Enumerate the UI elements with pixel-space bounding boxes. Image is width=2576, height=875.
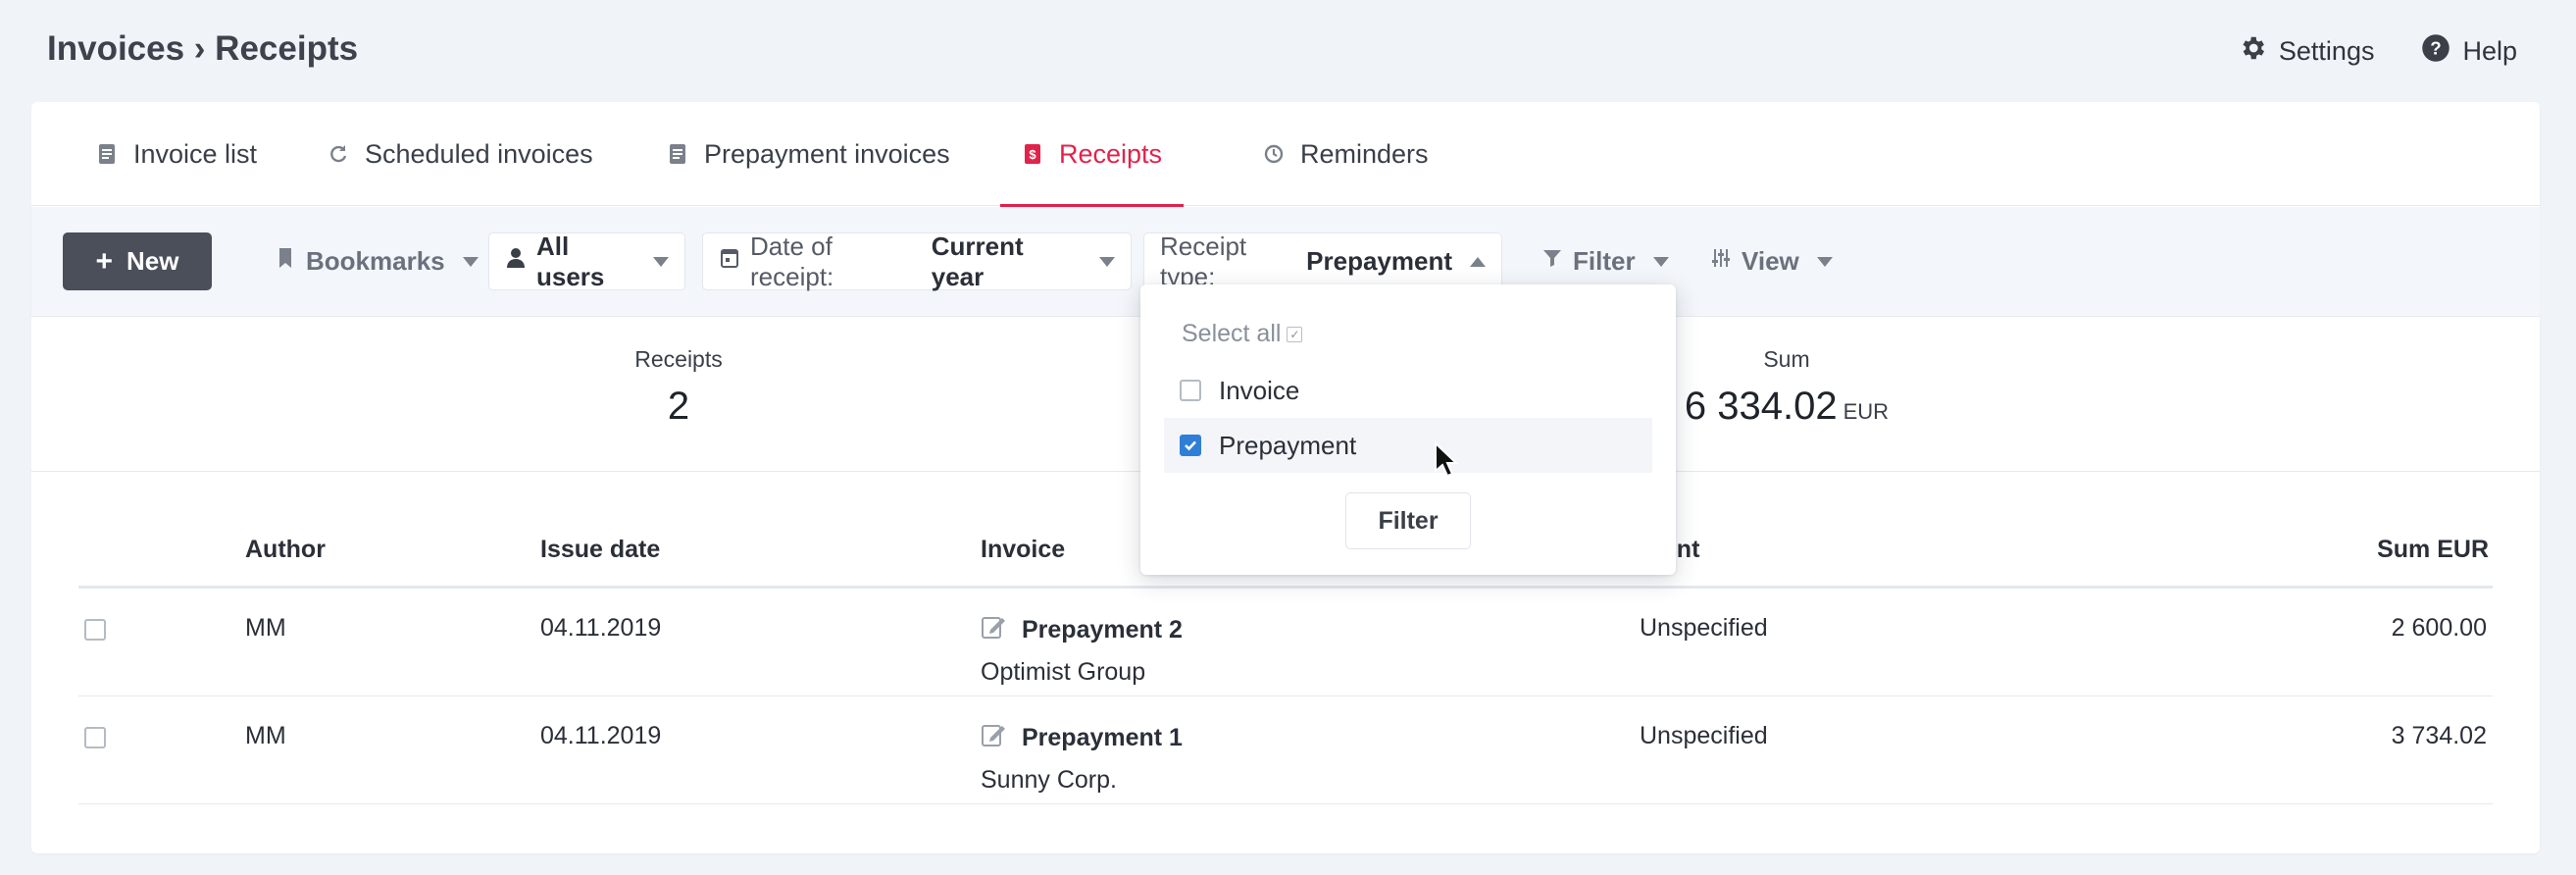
caret-down-icon [462,256,479,267]
option-checkbox[interactable] [1180,435,1201,456]
tab-receipts[interactable]: $ Receipts [999,102,1185,207]
issue-date-cell: 04.11.2019 [540,614,662,642]
invoice-client: Optimist Group [981,658,1146,686]
tab-label: Prepayment invoices [704,138,950,169]
invoice-link[interactable]: Prepayment 1 [1022,724,1183,752]
stat-value: 2 [667,385,690,428]
document-icon [96,142,118,166]
tab-label: Invoice list [133,138,258,169]
breadcrumb: Invoices › Receipts [47,29,359,68]
sum-stat: Sum 6 334.02 EUR [1640,346,1934,429]
table-row[interactable]: MM 04.11.2019 Prepayment 2 Optimist Grou… [78,589,2493,696]
account-cell: Unspecified [1640,614,1768,642]
new-button[interactable]: + New [63,232,212,290]
invoice-client: Sunny Corp. [981,766,1117,794]
receipt-type-menu: Select all ✓ Invoice Prepayment Filter [1140,284,1676,575]
plus-icon: + [95,244,114,278]
date-of-receipt-dropdown[interactable]: Date of receipt: Current year [702,231,1132,291]
receipt-icon: $ [1022,142,1043,166]
option-checkbox[interactable] [1180,380,1201,401]
tab-prepayment-invoices[interactable]: Prepayment invoices [667,102,950,206]
settings-label: Settings [2278,36,2375,66]
sum-cell: 3 734.02 [2391,722,2487,749]
option-label: Prepayment [1219,430,1357,460]
option-prepayment[interactable]: Prepayment [1164,418,1652,473]
caret-down-icon [1652,256,1669,267]
column-header-sum[interactable]: Sum EUR [2377,536,2489,564]
new-button-label: New [126,246,179,276]
tab-bar: Invoice list Scheduled invoices Prepayme… [31,102,2540,207]
tab-invoice-list[interactable]: Invoice list [96,102,257,206]
column-header-issue-date[interactable]: Issue date [540,536,660,564]
account-cell: Unspecified [1640,722,1768,749]
invoice-cell: Prepayment 2 Optimist Group [981,614,1183,687]
row-checkbox[interactable] [84,619,106,641]
column-header-invoice[interactable]: Invoice [981,536,1065,564]
select-all-option[interactable]: Select all ✓ [1182,320,1303,348]
users-dropdown[interactable]: All users [488,231,685,291]
option-label: Invoice [1219,375,1300,405]
tab-scheduled-invoices[interactable]: Scheduled invoices [328,102,593,206]
top-bar: Invoices › Receipts Settings ? Help [0,0,2576,102]
receipt-type-value: Prepayment [1306,246,1452,276]
tab-label: Scheduled invoices [365,138,593,169]
author-cell: MM [245,614,286,642]
svg-text:?: ? [2431,37,2442,58]
clock-icon [1263,142,1285,166]
view-label: View [1742,246,1799,276]
help-icon: ? [2421,33,2450,70]
bookmarks-dropdown[interactable]: Bookmarks [259,232,494,290]
user-icon [505,246,527,277]
tab-label: Reminders [1300,138,1429,169]
caret-down-icon [1816,256,1833,267]
sum-unit: EUR [1843,399,1890,424]
column-header-author[interactable]: Author [245,536,326,564]
gear-icon [2238,33,2267,70]
receipt-type-label: Receipt type: [1160,231,1247,291]
option-invoice[interactable]: Invoice [1164,363,1652,418]
check-icon: ✓ [1287,326,1303,342]
select-all-label: Select all [1182,320,1282,347]
stat-label: Sum [1763,346,1810,372]
check-icon [1185,440,1196,451]
date-filter-label: Date of receipt: [750,231,834,291]
refresh-icon [328,142,349,166]
tab-label: Receipts [1059,138,1163,169]
stat-value: 6 334.02 EUR [1640,385,1934,429]
sliders-icon [1710,246,1732,277]
filter-label: Filter [1573,246,1636,276]
sum-value: 6 334.02 [1684,385,1838,428]
help-label: Help [2462,36,2517,66]
tab-reminders[interactable]: Reminders [1263,102,1429,206]
date-filter-value: Current year [931,231,1024,291]
caret-up-icon [1470,256,1486,267]
author-cell: MM [245,722,286,749]
caret-down-icon [653,256,669,267]
mouse-cursor-icon [1435,441,1459,478]
view-dropdown[interactable]: View [1694,232,1848,290]
row-checkbox[interactable] [84,727,106,748]
bookmarks-label: Bookmarks [306,246,445,276]
calendar-icon [719,246,740,277]
receipts-count-stat: Receipts 2 [581,346,777,429]
help-button[interactable]: ? Help [2421,33,2517,70]
table-row[interactable]: MM 04.11.2019 Prepayment 1 Sunny Corp. U… [78,696,2493,804]
sum-cell: 2 600.00 [2391,614,2487,642]
receipt-type-dropdown[interactable]: Receipt type: Prepayment [1143,231,1502,291]
issue-date-cell: 04.11.2019 [540,722,662,749]
stat-label: Receipts [634,346,723,372]
bookmark-icon [275,246,296,277]
edit-note-icon[interactable] [981,722,1008,754]
edit-note-icon[interactable] [981,614,1008,646]
caret-down-icon [1099,256,1115,267]
filter-dropdown[interactable]: Filter [1526,232,1685,290]
document-icon [667,142,688,166]
svg-text:$: $ [1029,147,1036,162]
settings-button[interactable]: Settings [2238,33,2375,70]
users-label: All users [536,231,605,291]
invoice-link[interactable]: Prepayment 2 [1022,616,1183,644]
invoice-cell: Prepayment 1 Sunny Corp. [981,722,1183,795]
apply-filter-button[interactable]: Filter [1345,492,1471,549]
funnel-icon [1541,246,1563,277]
